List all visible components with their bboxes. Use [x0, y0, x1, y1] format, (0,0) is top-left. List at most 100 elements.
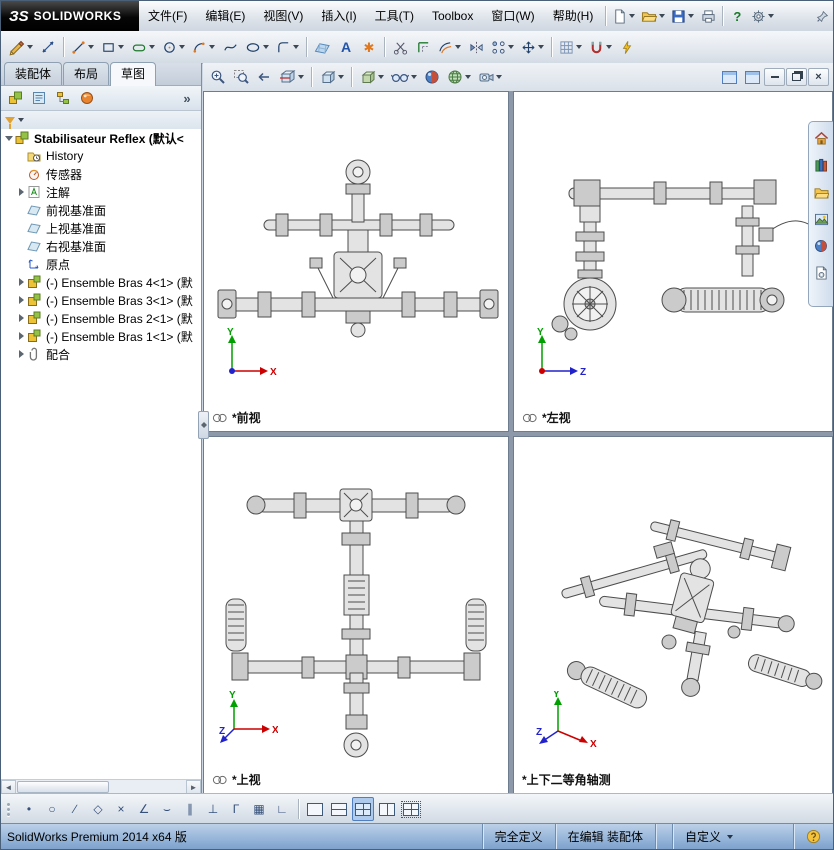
circle-tool-button[interactable] [159, 35, 188, 59]
menu-item[interactable]: Toolbox [423, 2, 482, 31]
previous-view-button[interactable] [253, 65, 275, 89]
expand-icon[interactable] [15, 350, 27, 358]
resources-home-button[interactable] [810, 126, 832, 150]
view-orientation-button[interactable] [316, 65, 347, 89]
toolbar-grip[interactable] [7, 802, 10, 816]
scroll-right-button[interactable]: ► [186, 780, 201, 794]
expand-icon[interactable] [15, 296, 27, 304]
view-settings-button[interactable] [475, 65, 505, 89]
featuremanager-tab-button[interactable] [4, 86, 26, 110]
snap-grid-button[interactable]: ▦ [248, 797, 270, 821]
tree-item-plane[interactable]: 前视基准面 [1, 201, 201, 219]
print-button[interactable] [697, 4, 719, 28]
tree-item-annotations[interactable]: 注解 [1, 183, 201, 201]
custom-properties-button[interactable] [810, 261, 832, 285]
document-minimize-button[interactable] [764, 68, 785, 86]
viewport-front[interactable]: Y X *前视 [203, 91, 509, 432]
rectangle-tool-button[interactable] [98, 35, 127, 59]
tree-item-plane[interactable]: 右视基准面 [1, 237, 201, 255]
menu-item[interactable]: 窗口(W) [482, 2, 543, 31]
collapse-icon[interactable] [5, 132, 13, 144]
snap-ortho-button[interactable]: ∟ [271, 797, 293, 821]
point-tool-button[interactable]: ✱ [358, 35, 380, 59]
viewport-isometric[interactable]: Y X Z *上下二等角轴测 [513, 436, 833, 794]
document-close-button[interactable]: × [808, 68, 829, 86]
viewport-left[interactable]: Y Z *左视 [513, 91, 833, 432]
section-view-button[interactable] [276, 65, 307, 89]
menu-item[interactable]: 插入(I) [312, 2, 365, 31]
trim-entities-button[interactable] [389, 35, 411, 59]
help-button[interactable]: ? [726, 4, 748, 28]
arc-tool-button[interactable] [189, 35, 218, 59]
quick-snaps-button[interactable] [586, 35, 615, 59]
move-entities-button[interactable] [518, 35, 547, 59]
mirror-entities-button[interactable] [465, 35, 487, 59]
tree-item-component[interactable]: (-) Ensemble Bras 3<1> (默 [1, 291, 201, 309]
panel-splitter-handle[interactable] [198, 411, 209, 439]
snap-angle-button[interactable]: ∠ [133, 797, 155, 821]
tree-item-origin[interactable]: 原点 [1, 255, 201, 273]
display-grid-button[interactable] [556, 35, 585, 59]
expand-icon[interactable] [15, 188, 27, 196]
smart-dimension-button[interactable] [37, 35, 59, 59]
spline-tool-button[interactable] [219, 35, 241, 59]
tree-item-component[interactable]: (-) Ensemble Bras 1<1> (默 [1, 327, 201, 345]
panel-overflow-button[interactable]: » [176, 86, 198, 110]
snap-midpoints-button[interactable]: ∕ [64, 797, 86, 821]
tree-item-sensors[interactable]: 传感器 [1, 165, 201, 183]
command-tab[interactable]: 装配体 [4, 62, 63, 85]
hide-show-items-button[interactable] [388, 65, 420, 89]
text-tool-button[interactable]: A [335, 35, 357, 59]
snap-center-points-button[interactable]: ○ [41, 797, 63, 821]
viewport-top[interactable]: Y X Z *上视 [203, 436, 509, 794]
viewport-layout-four-button[interactable] [352, 797, 374, 821]
quick-tips-button[interactable] [793, 824, 833, 849]
save-button[interactable] [668, 4, 697, 28]
expand-icon[interactable] [15, 314, 27, 322]
new-document-button[interactable] [609, 4, 638, 28]
plane-tool-button[interactable] [311, 35, 334, 59]
snap-intersections-button[interactable]: × [110, 797, 132, 821]
linear-sketch-pattern-button[interactable] [488, 35, 517, 59]
propertymanager-tab-button[interactable] [28, 86, 50, 110]
viewport-layout-single-button[interactable] [304, 797, 326, 821]
view-palette-button[interactable] [810, 207, 832, 231]
edit-appearance-button[interactable] [421, 65, 443, 89]
pin-toolbar-button[interactable] [811, 4, 833, 28]
appearances-scenes-button[interactable] [810, 234, 832, 258]
sketch-fillet-button[interactable] [273, 35, 302, 59]
scroll-left-button[interactable]: ◄ [1, 780, 16, 794]
tree-item-mates[interactable]: 配合 [1, 345, 201, 363]
snap-perpendicular-button[interactable]: ⊥ [202, 797, 224, 821]
custom-units-dropdown[interactable]: 自定义 [672, 824, 793, 849]
menu-item[interactable]: 视图(V) [254, 2, 312, 31]
snap-parallel-button[interactable]: ∥ [179, 797, 201, 821]
sketch-button[interactable] [5, 35, 36, 59]
file-explorer-button[interactable] [810, 180, 832, 204]
menu-item[interactable]: 帮助(H) [544, 2, 603, 31]
tree-item-component[interactable]: (-) Ensemble Bras 4<1> (默 [1, 273, 201, 291]
tile-windows-button[interactable] [741, 65, 763, 89]
menu-item[interactable]: 工具(T) [366, 2, 423, 31]
configurationmanager-tab-button[interactable] [52, 86, 74, 110]
line-tool-button[interactable] [68, 35, 97, 59]
offset-entities-button[interactable] [435, 35, 464, 59]
panel-horizontal-scrollbar[interactable]: ◄ ► [1, 779, 201, 794]
snap-hv-lines-button[interactable]: Γ [225, 797, 247, 821]
command-tab[interactable]: 草图 [110, 62, 157, 86]
instant-2d-button[interactable] [616, 35, 638, 59]
open-document-button[interactable] [638, 4, 668, 28]
menu-item[interactable]: 编辑(E) [196, 2, 254, 31]
options-button[interactable] [748, 4, 777, 28]
expand-icon[interactable] [15, 332, 27, 340]
apply-scene-button[interactable] [444, 65, 474, 89]
zoom-to-area-button[interactable] [230, 65, 252, 89]
ellipse-tool-button[interactable] [242, 35, 272, 59]
tree-item-history[interactable]: History [1, 147, 201, 165]
displaymanager-tab-button[interactable] [76, 86, 98, 110]
slot-tool-button[interactable] [128, 35, 158, 59]
design-library-button[interactable] [810, 153, 832, 177]
convert-entities-button[interactable] [412, 35, 434, 59]
tree-item-component[interactable]: (-) Ensemble Bras 2<1> (默 [1, 309, 201, 327]
viewport-layout-two-horizontal-button[interactable] [328, 797, 350, 821]
